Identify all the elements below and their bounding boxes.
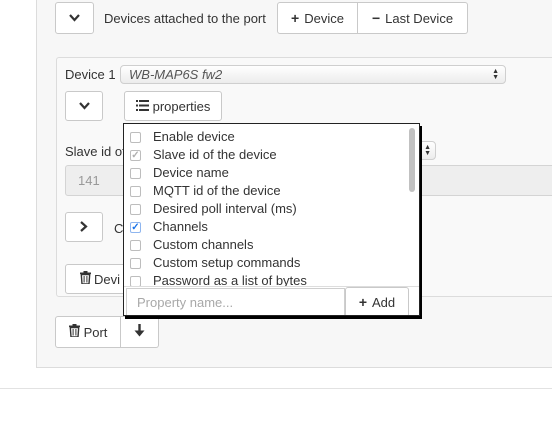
expand-section-button[interactable] [65, 212, 103, 242]
properties-dropdown: Enable device ✓ Slave id of the device Devi… [123, 123, 420, 316]
chevron-down-icon [69, 12, 80, 24]
device-type-select[interactable]: WB-MAP6S fw2 ▲ ▼ [120, 65, 506, 84]
property-label: Custom setup commands [153, 255, 301, 270]
property-checkbox[interactable] [130, 186, 141, 197]
devices-section-label: Devices attached to the port [104, 11, 266, 26]
properties-add-row: + Add [124, 286, 419, 315]
property-checkbox[interactable] [130, 168, 141, 179]
minus-icon: − [371, 10, 381, 26]
property-item[interactable]: Custom channels [124, 236, 409, 254]
trash-icon [80, 271, 91, 287]
property-item[interactable]: ✓ Slave id of the device [124, 146, 409, 164]
property-checkbox[interactable]: ✓ [130, 222, 141, 233]
property-item[interactable]: Password as a list of bytes [124, 272, 409, 286]
property-label: Slave id of the device [153, 147, 277, 162]
property-item[interactable]: Device name [124, 164, 409, 182]
slave-id-select[interactable]: ▲ ▼ [418, 141, 436, 160]
property-checkbox[interactable] [130, 204, 141, 215]
delete-device-label: Devi [94, 271, 121, 287]
slave-id-value: 141 [78, 173, 100, 188]
plus-icon: + [291, 10, 300, 26]
property-label: Enable device [153, 129, 235, 144]
properties-button[interactable]: properties [124, 91, 222, 121]
property-checkbox[interactable] [130, 132, 141, 143]
property-item[interactable]: Enable device [124, 128, 409, 146]
property-label: Desired poll interval (ms) [153, 201, 297, 216]
plus-icon: + [358, 294, 368, 310]
property-item[interactable]: MQTT id of the device [124, 182, 409, 200]
list-icon [135, 99, 149, 114]
property-label: Custom channels [153, 237, 254, 252]
delete-port-label: Port [83, 324, 108, 340]
property-label: Channels [153, 219, 208, 234]
trash-icon [68, 324, 80, 340]
property-label: Password as a list of bytes [153, 273, 307, 286]
properties-label: properties [152, 98, 211, 114]
arrow-down-icon [134, 324, 145, 340]
property-name-input[interactable] [126, 288, 345, 315]
remove-last-device-label: Last Device [385, 10, 454, 26]
slave-id-label: Slave id of [65, 144, 126, 159]
property-label: MQTT id of the device [153, 183, 281, 198]
select-arrows-icon: ▲ ▼ [424, 144, 431, 157]
add-device-label: Device [304, 10, 344, 26]
property-label: Device name [153, 165, 229, 180]
collapsed-section-label: C [114, 221, 124, 236]
property-item[interactable]: ✓ Channels [124, 218, 409, 236]
property-checkbox[interactable] [130, 258, 141, 269]
page-divider [0, 388, 552, 389]
select-arrows-icon: ▲ ▼ [492, 68, 499, 81]
collapse-devices-button[interactable] [55, 2, 94, 34]
properties-list: Enable device ✓ Slave id of the device Devi… [124, 124, 409, 286]
device-label: Device 1 [65, 67, 116, 82]
add-device-button[interactable]: + Device [277, 2, 358, 34]
chevron-right-icon [80, 220, 88, 234]
property-checkbox[interactable] [130, 276, 141, 286]
property-item[interactable]: Desired poll interval (ms) [124, 200, 409, 218]
move-port-down-button[interactable] [121, 316, 159, 348]
device-type-value: WB-MAP6S fw2 [129, 67, 223, 82]
properties-list-scrollbar[interactable] [409, 128, 415, 192]
property-checkbox[interactable] [130, 240, 141, 251]
property-checkbox: ✓ [130, 150, 141, 161]
chevron-down-icon [78, 100, 90, 112]
add-property-label: Add [372, 294, 396, 310]
property-item[interactable]: Custom setup commands [124, 254, 409, 272]
remove-last-device-button[interactable]: − Last Device [358, 2, 468, 34]
delete-port-button[interactable]: Port [55, 316, 121, 348]
collapse-device-button[interactable] [65, 91, 103, 121]
add-property-button[interactable]: + Add [345, 287, 409, 315]
